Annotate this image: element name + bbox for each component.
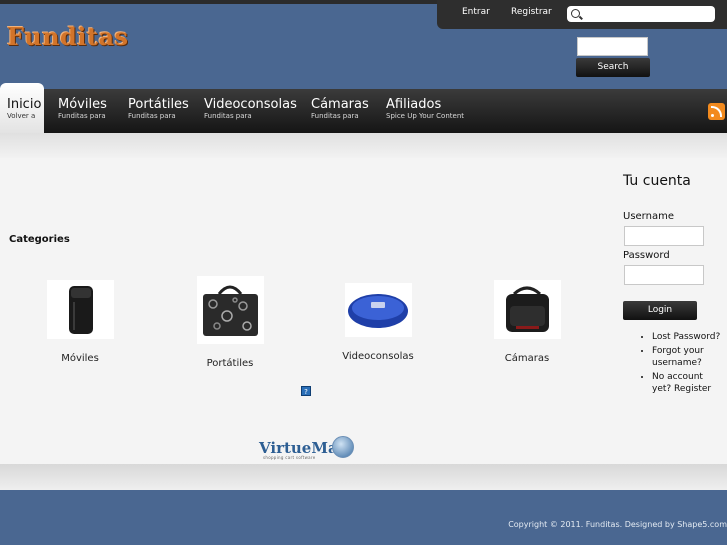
login-link[interactable]: Entrar xyxy=(462,7,490,17)
nav-item-afiliados[interactable]: Afiliados Spice Up Your Content xyxy=(386,98,464,121)
category-image[interactable] xyxy=(344,283,412,337)
console-case-icon xyxy=(347,294,408,328)
site-logo[interactable]: Funditas xyxy=(7,22,129,51)
search-button[interactable]: Search xyxy=(576,58,650,77)
account-title: Tu cuenta xyxy=(623,173,691,189)
search-module-input[interactable] xyxy=(577,37,648,56)
footer-shadow-strip xyxy=(0,464,727,490)
category-portatiles[interactable]: Portátiles xyxy=(180,276,280,369)
login-button[interactable]: Login xyxy=(623,301,697,320)
site-footer: Copyright © 2011. Funditas. Designed by … xyxy=(0,490,727,545)
nav-item-videoconsolas[interactable]: Videoconsolas Funditas para xyxy=(204,98,297,121)
category-image[interactable] xyxy=(46,280,114,339)
account-links: Lost Password? Forgot your username? No … xyxy=(640,331,724,397)
password-field[interactable] xyxy=(624,265,704,285)
nav-item-title: Móviles xyxy=(58,97,107,112)
top-search-input[interactable] xyxy=(567,6,715,22)
category-camaras[interactable]: Cámaras xyxy=(477,280,577,364)
virtuemart-tagline: shopping cart software xyxy=(263,455,316,460)
nav-item-subtitle: Funditas para xyxy=(58,112,106,120)
category-label[interactable]: Móviles xyxy=(30,353,130,364)
nav-item-subtitle: Spice Up Your Content xyxy=(386,112,465,120)
camera-bag-icon xyxy=(505,286,549,332)
register-account-link[interactable]: No account yet? Register xyxy=(652,371,724,396)
phone-case-icon xyxy=(68,286,93,334)
help-icon[interactable]: ? xyxy=(301,386,311,396)
lost-password-link[interactable]: Lost Password? xyxy=(652,331,724,344)
category-videoconsolas[interactable]: Videoconsolas xyxy=(328,283,428,362)
nav-item-title: Cámaras xyxy=(311,97,369,112)
cart-icon xyxy=(332,436,354,458)
nav-item-subtitle: Funditas para xyxy=(204,112,252,120)
category-image[interactable] xyxy=(196,276,264,344)
category-moviles[interactable]: Móviles xyxy=(30,280,130,364)
nav-item-title: Inicio xyxy=(7,97,42,112)
forgot-username-link[interactable]: Forgot your username? xyxy=(652,345,724,370)
nav-item-portatiles[interactable]: Portátiles Funditas para xyxy=(128,98,189,121)
copyright-text: Copyright © 2011. Funditas. Designed by … xyxy=(508,520,727,529)
virtuemart-logo[interactable]: VirtueMart shopping cart software xyxy=(259,434,355,462)
nav-item-title: Afiliados xyxy=(386,97,442,112)
nav-item-title: Portátiles xyxy=(128,97,189,112)
nav-shadow-strip xyxy=(0,133,727,158)
categories-heading: Categories xyxy=(9,234,70,245)
nav-item-camaras[interactable]: Cámaras Funditas para xyxy=(311,98,369,121)
category-label[interactable]: Cámaras xyxy=(477,353,577,364)
username-label: Username xyxy=(623,211,674,222)
category-image[interactable] xyxy=(493,280,561,339)
search-icon xyxy=(571,9,580,18)
main-nav: Inicio Volver a Móviles Funditas para Po… xyxy=(0,83,727,135)
username-field[interactable] xyxy=(624,226,704,246)
nav-item-inicio[interactable]: Inicio Volver a xyxy=(0,83,44,135)
password-label: Password xyxy=(623,250,670,261)
rss-icon[interactable] xyxy=(708,103,725,120)
laptop-bag-icon xyxy=(202,285,258,336)
nav-item-title: Videoconsolas xyxy=(204,97,297,112)
category-label[interactable]: Videoconsolas xyxy=(328,351,428,362)
category-label[interactable]: Portátiles xyxy=(180,358,280,369)
nav-item-moviles[interactable]: Móviles Funditas para xyxy=(58,98,107,121)
nav-item-subtitle: Volver a xyxy=(7,112,36,120)
nav-item-subtitle: Funditas para xyxy=(128,112,176,120)
register-link[interactable]: Registrar xyxy=(511,7,552,17)
nav-item-subtitle: Funditas para xyxy=(311,112,359,120)
